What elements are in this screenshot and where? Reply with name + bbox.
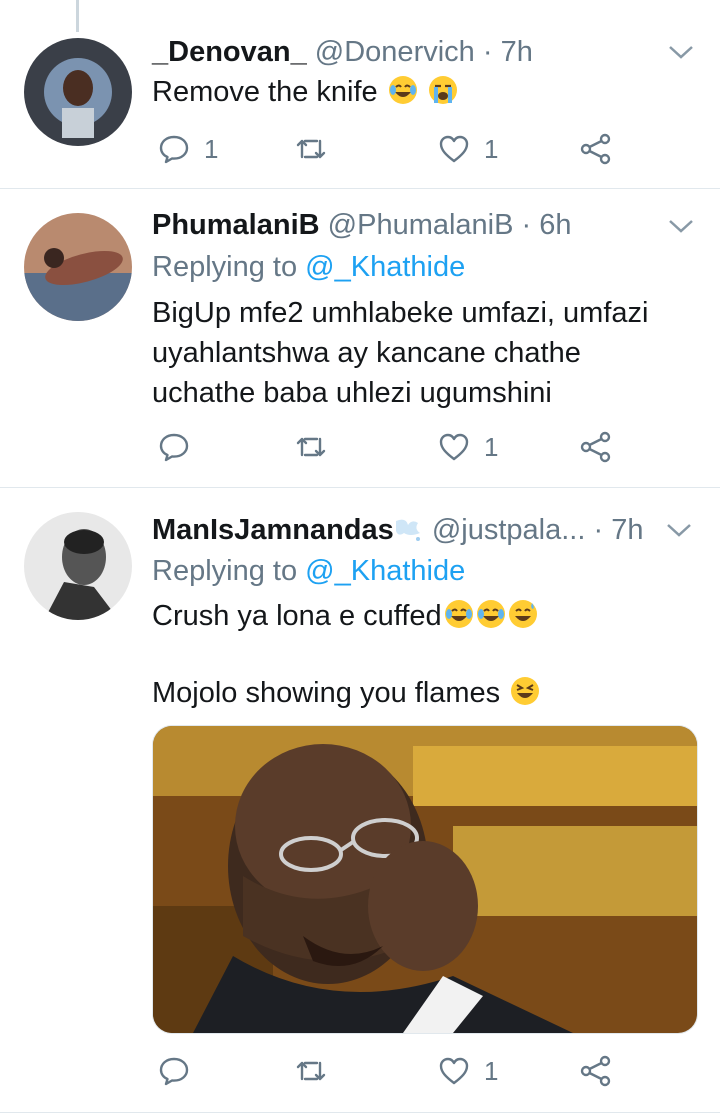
retweet-button[interactable] (295, 129, 341, 169)
display-name[interactable]: ManIsJamnandas (152, 514, 394, 546)
replying-to-label: Replying to (152, 251, 298, 283)
share-button[interactable] (580, 1051, 612, 1091)
tweet-text-line: Mojolo showing you flames (152, 673, 680, 713)
handle[interactable]: @PhumalaniB (328, 209, 514, 241)
avatar[interactable] (24, 512, 132, 620)
share-icon (580, 431, 611, 463)
loudly-crying-face-icon (428, 76, 457, 104)
avatar[interactable] (24, 38, 132, 146)
tweet[interactable]: ManIsJamnandas @justpala... · 7h Replyin… (0, 488, 720, 1115)
like-button[interactable]: 1 (438, 1051, 498, 1091)
like-button[interactable]: 1 (438, 129, 498, 169)
tweet-image[interactable] (152, 725, 698, 1034)
like-icon (439, 1057, 469, 1085)
like-icon (439, 135, 469, 163)
retweet-icon (296, 139, 326, 159)
tweet-header: _Denovan_ @Donervich · 7h (152, 32, 660, 72)
like-count: 1 (484, 431, 499, 462)
replying-to: Replying to @_Khathide (152, 551, 465, 591)
tweet-actions: 1 (152, 1051, 622, 1091)
retweet-button[interactable] (295, 1051, 341, 1091)
replying-to-label: Replying to (152, 555, 298, 587)
share-icon (580, 133, 611, 165)
mention-link[interactable]: @_Khathide (305, 251, 465, 283)
reply-icon (159, 135, 189, 164)
timestamp[interactable]: 7h (501, 36, 533, 68)
replying-to: Replying to @_Khathide (152, 247, 465, 287)
grinning-face-with-sweat-icon (508, 600, 537, 628)
retweet-icon (296, 437, 326, 457)
like-icon (439, 433, 469, 461)
face-with-tears-of-joy-icon (476, 600, 505, 628)
tweet[interactable]: PhumalaniB @PhumalaniB · 6h Replying to … (0, 189, 720, 487)
tweet-text-line: uchathe baba uhlezi ugumshini (152, 377, 552, 409)
divider (0, 1112, 720, 1113)
share-button[interactable] (580, 427, 612, 467)
retweet-icon (296, 1061, 326, 1081)
face-with-tears-of-joy-icon (444, 600, 473, 628)
reply-icon (159, 1057, 189, 1086)
display-name[interactable]: PhumalaniB (152, 209, 320, 241)
tweet-text: Crush ya lona e cuffed Mojolo showing yo… (152, 596, 680, 713)
tweet-text-line: Crush ya lona e cuffed (152, 596, 680, 636)
avatar[interactable] (24, 213, 132, 321)
reply-icon (159, 433, 189, 462)
tweet[interactable]: _Denovan_ @Donervich · 7h Remove the kni… (0, 0, 720, 188)
handle[interactable]: @Donervich (315, 36, 475, 68)
timestamp[interactable]: 6h (539, 209, 571, 241)
dashing-away-icon (395, 519, 420, 541)
tweet-text-line: BigUp mfe2 umhlabeke umfazi, umfazi (152, 297, 649, 329)
like-count: 1 (484, 1055, 499, 1086)
reply-count: 1 (204, 133, 219, 164)
tweet-actions: 1 (152, 427, 622, 467)
separator: · (593, 514, 604, 546)
display-name[interactable]: _Denovan_ (152, 36, 307, 68)
caret-down-icon[interactable] (668, 42, 694, 62)
mention-link[interactable]: @_Khathide (305, 555, 465, 587)
handle[interactable]: @justpala... (432, 514, 586, 546)
like-count: 1 (484, 133, 499, 164)
tweet-text-line: uyahlantshwa ay kancane chathe (152, 337, 581, 369)
share-button[interactable] (580, 129, 612, 169)
tweet-header: PhumalaniB @PhumalaniB · 6h (152, 205, 660, 245)
reply-button[interactable] (158, 427, 204, 467)
tweet-text: BigUp mfe2 umhlabeke umfazi, umfazi uyah… (152, 293, 680, 413)
reply-button[interactable]: 1 (158, 129, 218, 169)
timestamp[interactable]: 7h (611, 514, 643, 546)
face-with-tears-of-joy-icon (388, 76, 417, 104)
tweet-text-content: Mojolo showing you flames (152, 677, 501, 709)
tweet-text: Remove the knife (152, 72, 680, 112)
reply-button[interactable] (158, 1051, 204, 1091)
caret-down-icon[interactable] (668, 216, 694, 236)
tweet-text-content: Crush ya lona e cuffed (152, 600, 442, 632)
retweet-button[interactable] (295, 427, 341, 467)
separator: · (521, 209, 532, 241)
tweet-header: ManIsJamnandas @justpala... · 7h (152, 510, 650, 550)
like-button[interactable]: 1 (438, 427, 498, 467)
separator: · (482, 36, 493, 68)
tweet-actions: 1 1 (152, 129, 622, 169)
tweet-text-content: Remove the knife (152, 76, 378, 108)
share-icon (580, 1055, 611, 1087)
caret-down-icon[interactable] (666, 520, 692, 540)
grinning-squinting-face-icon (511, 677, 540, 705)
